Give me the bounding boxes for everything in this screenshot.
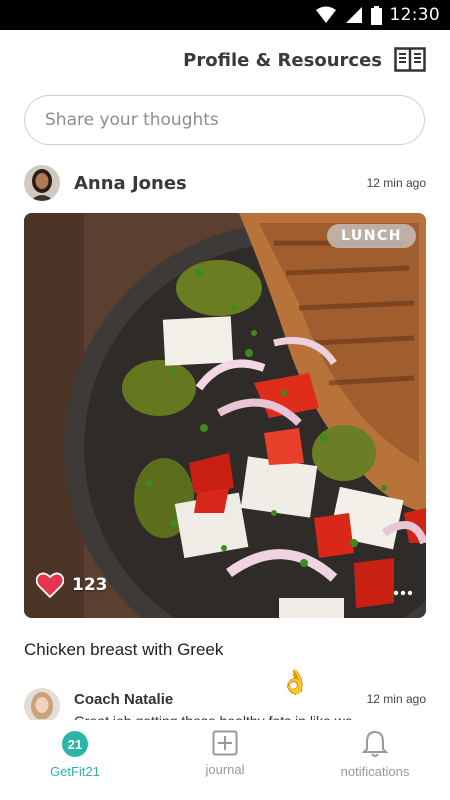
signal-icon — [345, 7, 362, 23]
heart-icon[interactable] — [36, 572, 64, 598]
post-author-name[interactable]: Anna Jones — [74, 173, 187, 194]
profile-resources-title[interactable]: Profile & Resources — [183, 50, 382, 71]
like-control[interactable]: 123 — [36, 572, 108, 598]
share-thoughts-input[interactable] — [24, 95, 425, 145]
battery-icon — [370, 5, 382, 25]
post-header: Anna Jones 12 min ago — [24, 163, 426, 203]
nav-journal[interactable]: journal — [150, 720, 300, 800]
bottom-nav: 21 GetFit21 journal notifications — [0, 720, 450, 800]
post-caption: Chicken breast with Greek — [24, 640, 224, 659]
like-count: 123 — [72, 575, 108, 595]
avatar[interactable] — [24, 165, 60, 201]
svg-text:21: 21 — [68, 737, 82, 752]
wifi-icon — [315, 6, 336, 23]
ok-hand-emoji: 👌 — [280, 669, 310, 696]
plus-square-icon — [212, 730, 238, 756]
status-time: 12:30 — [389, 5, 440, 25]
comment-item[interactable]: Coach Natalie 12 min ago Great job getti… — [24, 688, 426, 724]
comment-timestamp: 12 min ago — [366, 692, 426, 706]
bell-icon — [362, 730, 388, 757]
commenter-avatar[interactable] — [24, 688, 60, 724]
getfit21-logo-icon: 21 — [62, 731, 88, 757]
book-icon[interactable] — [394, 47, 426, 73]
post-photo[interactable]: LUNCH 123 — [24, 213, 426, 618]
commenter-name[interactable]: Coach Natalie — [74, 691, 173, 708]
more-options-icon[interactable] — [392, 586, 414, 600]
meal-tag: LUNCH — [327, 224, 416, 248]
nav-label-journal: journal — [205, 762, 245, 777]
nav-label-getfit21: GetFit21 — [50, 764, 100, 779]
post-timestamp: 12 min ago — [366, 176, 426, 190]
nav-getfit21[interactable]: 21 GetFit21 — [0, 720, 150, 800]
food-photo — [24, 213, 426, 618]
nav-notifications[interactable]: notifications — [300, 720, 450, 800]
nav-label-notifications: notifications — [340, 764, 410, 779]
header: Profile & Resources — [0, 30, 450, 90]
status-bar: 12:30 — [0, 0, 450, 30]
